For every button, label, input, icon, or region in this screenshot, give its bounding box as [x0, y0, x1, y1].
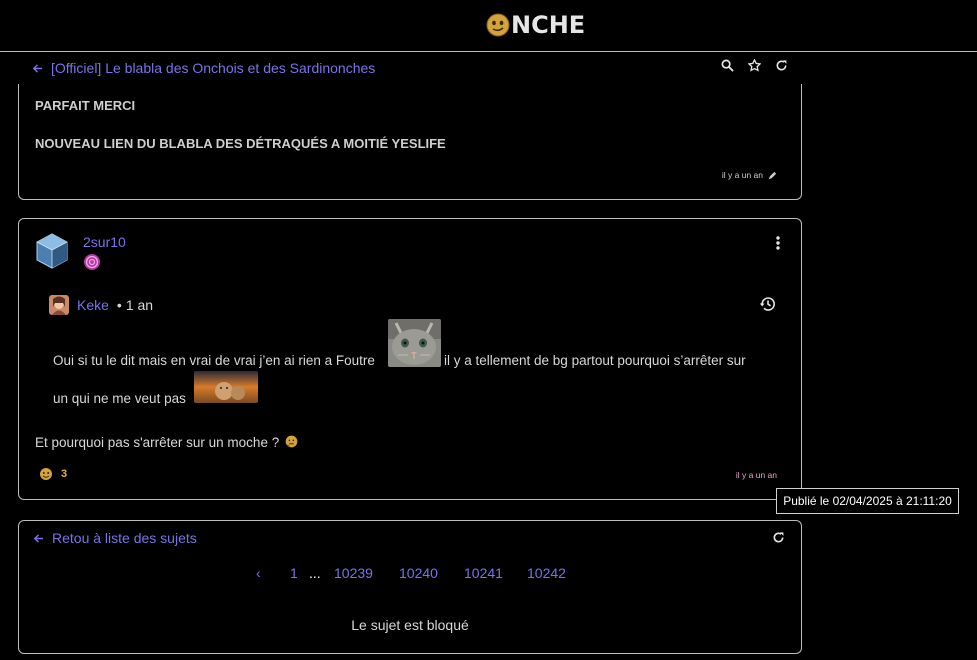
post-time: il y a un an: [721, 170, 763, 180]
search-icon[interactable]: [721, 59, 734, 72]
logo-text: NCHE: [511, 11, 586, 39]
refresh-icon[interactable]: [775, 59, 788, 72]
refresh-icon[interactable]: [772, 531, 785, 544]
quote-age: 1 an: [125, 297, 154, 313]
reaction-button[interactable]: 3: [39, 467, 67, 481]
page-link[interactable]: 10241: [464, 565, 503, 581]
star-icon[interactable]: [748, 59, 761, 72]
arrow-left-icon: [33, 533, 44, 543]
post-line: NOUVEAU LIEN DU BLABLA DES DÉTRAQUÉS A M…: [35, 136, 446, 151]
page-link[interactable]: 10240: [399, 565, 438, 581]
page-ellipsis: ...: [309, 565, 321, 581]
page-prev[interactable]: ‹: [256, 565, 261, 581]
reaction-count: 3: [61, 468, 68, 480]
kebab-icon[interactable]: [771, 235, 785, 251]
topic-title-link[interactable]: [Officiel] Le blabla des Onchois et des …: [32, 60, 375, 76]
cat-sticker: [388, 319, 441, 367]
post-time: il y a un an: [735, 470, 777, 480]
post-line: PARFAIT MERCI: [35, 98, 136, 113]
quote-avatar[interactable]: [49, 295, 69, 315]
post-timestamp[interactable]: il y a un an: [736, 470, 777, 480]
topic-title: [Officiel] Le blabla des Onchois et des …: [51, 60, 376, 76]
post-card: PARFAIT MERCI NOUVEAU LIEN DU BLABLA DES…: [18, 84, 802, 200]
pagination: ‹ 1 ... 10239 10240 10241 10242: [19, 565, 801, 585]
user-avatar[interactable]: [35, 233, 69, 269]
onche-face-icon: [486, 13, 510, 37]
post-username[interactable]: 2sur10: [83, 234, 126, 250]
arrow-left-icon: [32, 63, 43, 73]
quote-username[interactable]: Keke: [77, 297, 109, 313]
page-link[interactable]: 10242: [527, 565, 566, 581]
locked-notice: Le sujet est bloqué: [351, 617, 469, 633]
quote-header: Keke • 1 an: [49, 295, 153, 315]
history-icon[interactable]: [759, 295, 777, 313]
onche-logo[interactable]: NCHE: [486, 12, 585, 38]
top-bar: NCHE: [0, 0, 977, 52]
timestamp-tooltip: Publié le 02/04/2025 à 21:11:20: [776, 488, 959, 514]
topic-bar: [Officiel] Le blabla des Onchois et des …: [18, 54, 802, 84]
quote-text: Oui si tu le dit mais en vrai de vrai j’…: [53, 353, 375, 368]
page-link[interactable]: 1: [290, 565, 298, 581]
sunset-sticker: [194, 371, 258, 403]
pagination-card: Retou à liste des sujets ‹ 1 ... 10239 1…: [18, 520, 802, 654]
post-timestamp: il y a un an: [722, 170, 777, 180]
reaction-face-icon: [40, 468, 52, 480]
post-body-text: Et pourquoi pas s'arrêter sur un moche ?: [35, 435, 280, 450]
quote-text: un qui ne me veut pas: [53, 391, 186, 406]
quote-separator: •: [116, 297, 122, 313]
post-card: 2sur10 Keke • 1 an Oui si tu le dit mais…: [18, 218, 802, 500]
thinking-face-icon: [285, 435, 298, 448]
quote-text: il y a tellement de bg partout pourquoi …: [444, 353, 746, 368]
back-to-topics-link[interactable]: Retou à liste des sujets: [33, 530, 197, 546]
post-body: Et pourquoi pas s'arrêter sur un moche ?: [35, 435, 298, 450]
topic-tools: [721, 59, 788, 72]
page-link[interactable]: 10239: [334, 565, 373, 581]
spiral-badge-icon: [84, 254, 100, 270]
back-to-topics-label: Retou à liste des sujets: [52, 530, 197, 546]
pencil-icon: [768, 171, 777, 179]
